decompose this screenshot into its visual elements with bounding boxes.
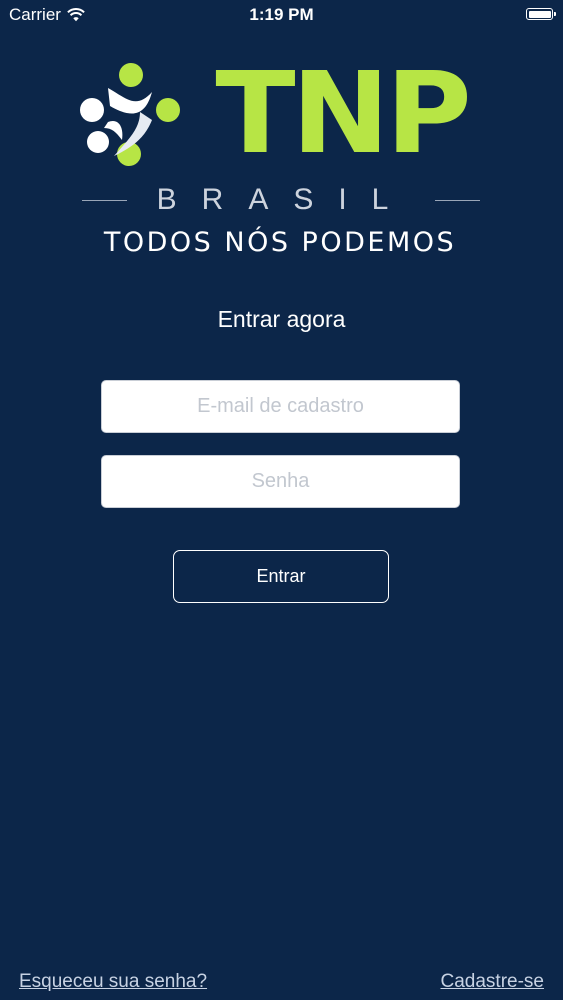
logo-tagline: TODOS NÓS PODEMOS <box>103 227 457 258</box>
tnp-brasil-logo: TNP BRASIL TODOS NÓS PODEMOS <box>78 49 482 262</box>
signup-link[interactable]: Cadastre-se <box>441 971 545 993</box>
status-time: 1:19 PM <box>249 5 314 24</box>
login-heading: Entrar agora <box>217 306 346 332</box>
people-circle-emblem-icon <box>80 63 180 166</box>
battery-icon <box>526 8 556 20</box>
logo-country: BRASIL <box>156 183 414 216</box>
status-bar: Carrier 1:19 PM <box>0 0 563 30</box>
email-field[interactable] <box>101 380 460 433</box>
forgot-password-link[interactable]: Esqueceu sua senha? <box>19 971 207 993</box>
enter-button[interactable]: Entrar <box>173 550 389 603</box>
password-field[interactable] <box>101 455 460 508</box>
logo-rule-left <box>82 199 127 201</box>
logo-wordmark: TNP <box>215 49 471 179</box>
logo-country-row: BRASIL <box>82 185 480 215</box>
logo-rule-right <box>435 199 480 201</box>
